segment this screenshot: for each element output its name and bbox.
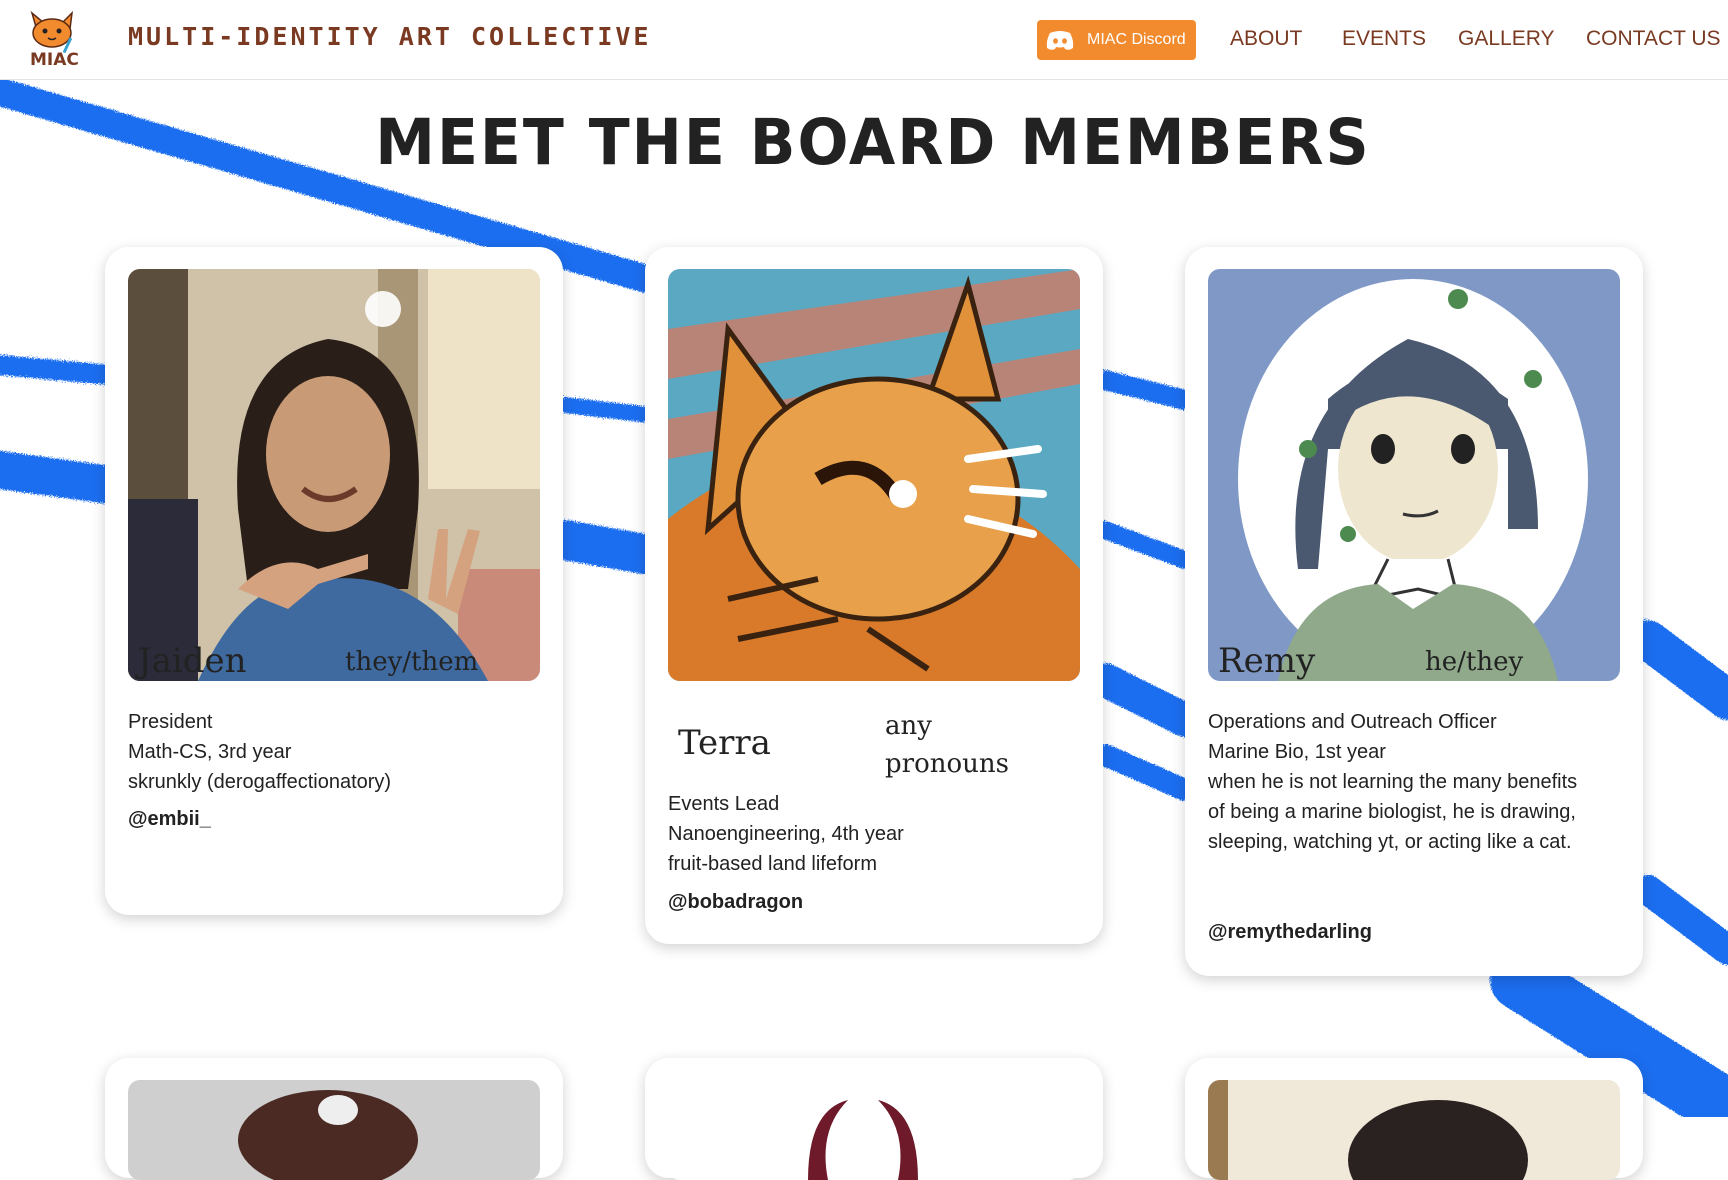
member-role: Events Lead xyxy=(668,793,780,815)
member-photo xyxy=(128,269,540,681)
miac-logo-icon[interactable]: MIAC xyxy=(22,9,82,69)
member-card-terra: Terra any pronouns Events Lead Nanoengin… xyxy=(645,247,1103,944)
member-bio-line1: when he is not learning the many benefit… xyxy=(1208,771,1578,793)
member-photo xyxy=(1208,1080,1620,1180)
member-handle[interactable]: @bobadragon xyxy=(668,891,803,914)
member-pronouns: he/they xyxy=(1425,647,1524,677)
member-photo xyxy=(668,269,1080,681)
member-major: Nanoengineering, 4th year xyxy=(668,823,904,845)
discord-button-label: MIAC Discord xyxy=(1087,31,1186,48)
member-bio-line2: of being a marine biologist, he is drawi… xyxy=(1208,801,1576,823)
site-title[interactable]: Multi-identity Art Collective xyxy=(128,22,652,51)
nav-about[interactable]: ABOUT xyxy=(1230,27,1302,51)
member-card-partial xyxy=(1185,1058,1643,1180)
member-card-jaiden: Jaiden they/them President Math-CS, 3rd … xyxy=(105,247,563,915)
site-header: MIAC Multi-identity Art Collective MIAC … xyxy=(0,0,1728,80)
member-card-remy: Remy he/they Operations and Outreach Off… xyxy=(1185,247,1643,976)
member-name: Remy xyxy=(1218,641,1316,681)
member-pronouns: they/them xyxy=(345,647,479,677)
member-info: President Math-CS, 3rd year skrunkly (de… xyxy=(128,707,538,797)
member-handle[interactable]: @embii_ xyxy=(128,808,211,831)
member-bio: skrunkly (derogaffectionatory) xyxy=(128,771,392,793)
member-major: Marine Bio, 1st year xyxy=(1208,741,1386,763)
member-handle[interactable]: @remythedarling xyxy=(1208,921,1372,944)
member-pronouns-line1: any xyxy=(885,711,932,741)
member-bio-line3: sleeping, watching yt, or acting like a … xyxy=(1208,831,1572,853)
nav-contact-us[interactable]: CONTACT US xyxy=(1586,27,1721,51)
member-name: Terra xyxy=(678,723,771,763)
member-photo xyxy=(128,1080,540,1180)
member-role: Operations and Outreach Officer xyxy=(1208,711,1497,733)
member-role: President xyxy=(128,711,213,733)
logo-text: MIAC xyxy=(30,50,79,69)
member-card-partial xyxy=(105,1058,563,1180)
member-info: Events Lead Nanoengineering, 4th year fr… xyxy=(668,789,1078,879)
member-card-partial xyxy=(645,1058,1103,1180)
discord-icon xyxy=(1046,31,1074,50)
member-major: Math-CS, 3rd year xyxy=(128,741,292,763)
nav-gallery[interactable]: GALLERY xyxy=(1458,27,1555,51)
member-name: Jaiden xyxy=(138,641,247,681)
member-photo xyxy=(668,1080,1080,1180)
member-info: Operations and Outreach Officer Marine B… xyxy=(1208,707,1618,857)
page-title: MEET THE BOARD MEMBERS xyxy=(375,106,1371,180)
member-photo xyxy=(1208,269,1620,681)
member-pronouns-line2: pronouns xyxy=(885,749,1009,779)
nav-events[interactable]: EVENTS xyxy=(1342,27,1426,51)
member-pronouns: any pronouns xyxy=(885,707,1009,783)
member-bio: fruit-based land lifeform xyxy=(668,853,877,875)
discord-button[interactable]: MIAC Discord xyxy=(1037,20,1196,60)
